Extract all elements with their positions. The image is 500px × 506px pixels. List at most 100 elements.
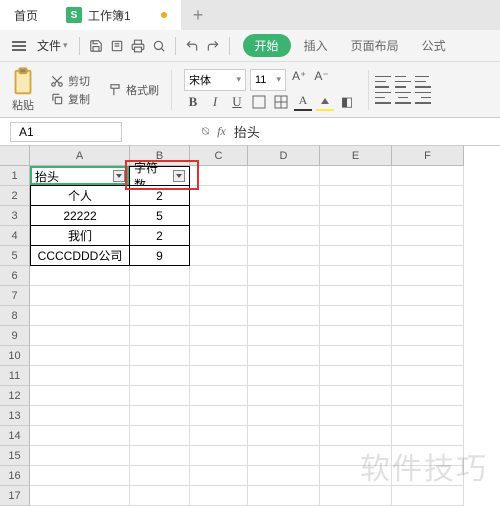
cell-C16[interactable]	[190, 466, 248, 486]
cell-A9[interactable]	[30, 326, 130, 346]
cell-C4[interactable]	[190, 226, 248, 246]
underline-button[interactable]: U	[228, 93, 246, 111]
cell-F6[interactable]	[392, 266, 464, 286]
more-border-button[interactable]	[272, 93, 290, 111]
align-top-icon[interactable]	[375, 76, 391, 88]
cell-D11[interactable]	[248, 366, 320, 386]
cell-F7[interactable]	[392, 286, 464, 306]
row-head-11[interactable]: 11	[0, 366, 30, 386]
cell-C6[interactable]	[190, 266, 248, 286]
zoom-icon[interactable]: ⍉	[202, 124, 209, 139]
row-head-4[interactable]: 4	[0, 226, 30, 246]
col-head-C[interactable]: C	[190, 146, 248, 166]
cell-B16[interactable]	[130, 466, 190, 486]
row-head-14[interactable]: 14	[0, 426, 30, 446]
fx-icon[interactable]: fx	[217, 124, 226, 139]
cell-E12[interactable]	[320, 386, 392, 406]
cell-E13[interactable]	[320, 406, 392, 426]
cell-E8[interactable]	[320, 306, 392, 326]
ribbon-tab-page-layout[interactable]: 页面布局	[341, 37, 409, 54]
cell-A2[interactable]: 个人	[30, 186, 130, 206]
cell-D17[interactable]	[248, 486, 320, 506]
cell-D1[interactable]	[248, 166, 320, 186]
row-head-8[interactable]: 8	[0, 306, 30, 326]
cell-A3[interactable]: 22222	[30, 206, 130, 226]
cell-A1[interactable]: 抬头	[30, 166, 130, 186]
fill-color-button[interactable]	[316, 93, 334, 111]
cell-E6[interactable]	[320, 266, 392, 286]
file-menu[interactable]: 文件▾	[33, 35, 72, 56]
cell-F2[interactable]	[392, 186, 464, 206]
cell-B5[interactable]: 9	[130, 246, 190, 266]
align-middle-icon[interactable]	[395, 76, 411, 88]
ribbon-tab-insert[interactable]: 插入	[294, 37, 338, 54]
cell-B10[interactable]	[130, 346, 190, 366]
cell-A7[interactable]	[30, 286, 130, 306]
font-name-select[interactable]: 宋体▾	[184, 69, 246, 91]
formula-value[interactable]: 抬头	[234, 122, 260, 141]
undo-icon[interactable]	[183, 37, 201, 55]
cell-F8[interactable]	[392, 306, 464, 326]
cell-A14[interactable]	[30, 426, 130, 446]
cell-E14[interactable]	[320, 426, 392, 446]
cell-E10[interactable]	[320, 346, 392, 366]
row-head-1[interactable]: 1	[0, 166, 30, 186]
cell-F17[interactable]	[392, 486, 464, 506]
cell-B1[interactable]: 字符数	[130, 166, 190, 186]
cell-C12[interactable]	[190, 386, 248, 406]
cell-A13[interactable]	[30, 406, 130, 426]
col-head-F[interactable]: F	[392, 146, 464, 166]
cell-A10[interactable]	[30, 346, 130, 366]
row-head-9[interactable]: 9	[0, 326, 30, 346]
decrease-font-icon[interactable]: A⁻	[312, 69, 330, 91]
cell-E4[interactable]	[320, 226, 392, 246]
cell-B11[interactable]	[130, 366, 190, 386]
row-head-3[interactable]: 3	[0, 206, 30, 226]
cell-E11[interactable]	[320, 366, 392, 386]
ribbon-tab-formula[interactable]: 公式	[412, 37, 456, 54]
select-all-corner[interactable]	[0, 146, 30, 166]
cell-A5[interactable]: CCCCDDD公司	[30, 246, 130, 266]
row-head-15[interactable]: 15	[0, 446, 30, 466]
align-left-icon[interactable]	[375, 92, 391, 104]
preview-icon[interactable]	[150, 37, 168, 55]
cell-A8[interactable]	[30, 306, 130, 326]
cell-B15[interactable]	[130, 446, 190, 466]
cell-B7[interactable]	[130, 286, 190, 306]
cell-C7[interactable]	[190, 286, 248, 306]
cell-C5[interactable]	[190, 246, 248, 266]
bold-button[interactable]: B	[184, 93, 202, 111]
cell-D2[interactable]	[248, 186, 320, 206]
cell-B14[interactable]	[130, 426, 190, 446]
cut-button[interactable]: 剪切	[50, 73, 90, 89]
filter-button[interactable]	[173, 170, 185, 182]
cell-D15[interactable]	[248, 446, 320, 466]
cell-B6[interactable]	[130, 266, 190, 286]
border-button[interactable]	[250, 93, 268, 111]
cell-C14[interactable]	[190, 426, 248, 446]
cell-D12[interactable]	[248, 386, 320, 406]
row-head-12[interactable]: 12	[0, 386, 30, 406]
cell-D6[interactable]	[248, 266, 320, 286]
col-head-A[interactable]: A	[30, 146, 130, 166]
copy-button[interactable]: 复制	[50, 91, 90, 107]
cell-A4[interactable]: 我们	[30, 226, 130, 246]
cell-E2[interactable]	[320, 186, 392, 206]
row-head-17[interactable]: 17	[0, 486, 30, 506]
cell-A6[interactable]	[30, 266, 130, 286]
row-head-13[interactable]: 13	[0, 406, 30, 426]
cell-B8[interactable]	[130, 306, 190, 326]
cell-C9[interactable]	[190, 326, 248, 346]
cell-B17[interactable]	[130, 486, 190, 506]
cell-E3[interactable]	[320, 206, 392, 226]
ribbon-tab-start[interactable]: 开始	[243, 34, 291, 57]
cell-E5[interactable]	[320, 246, 392, 266]
cell-D13[interactable]	[248, 406, 320, 426]
col-head-E[interactable]: E	[320, 146, 392, 166]
row-head-16[interactable]: 16	[0, 466, 30, 486]
cell-F5[interactable]	[392, 246, 464, 266]
cell-D3[interactable]	[248, 206, 320, 226]
cell-F1[interactable]	[392, 166, 464, 186]
cell-D4[interactable]	[248, 226, 320, 246]
italic-button[interactable]: I	[206, 93, 224, 111]
